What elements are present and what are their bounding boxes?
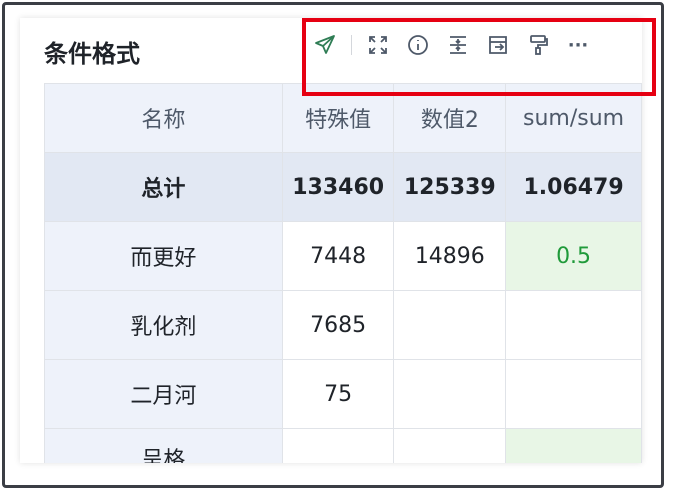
table-header-row: 名称 特殊值 数值2 sum/sum — [44, 83, 642, 153]
row-name: 而更好 — [44, 221, 283, 291]
total-sum-ratio: 1.06479 — [505, 152, 642, 222]
toolbar-separator — [351, 35, 352, 55]
pivot-table: 名称 特殊值 数值2 sum/sum 总计 133460 125339 1.06… — [44, 83, 642, 463]
header-special-value[interactable]: 特殊值 — [281, 83, 395, 153]
total-special-value: 133460 — [281, 152, 395, 222]
header-value2[interactable]: 数值2 — [393, 83, 507, 153]
table-row: 而更好 7448 14896 0.5 — [44, 221, 642, 291]
paint-roller-icon[interactable] — [518, 25, 558, 65]
row-name: 乳化剂 — [44, 290, 283, 360]
total-label: 总计 — [44, 152, 283, 222]
cell-special-value — [281, 428, 395, 463]
cell-sum-ratio — [505, 290, 642, 360]
total-row: 总计 133460 125339 1.06479 — [44, 152, 642, 222]
cell-sum-ratio: 0.5 — [505, 221, 642, 291]
cell-value2 — [393, 290, 507, 360]
row-name: 呈格 — [44, 428, 283, 463]
cell-special-value: 75 — [281, 359, 395, 429]
card-title: 条件格式 — [44, 40, 140, 68]
table-row: 乳化剂 7685 — [44, 290, 642, 360]
cell-sum-ratio — [505, 428, 642, 463]
fullscreen-icon[interactable] — [358, 25, 398, 65]
compress-icon[interactable] — [438, 25, 478, 65]
export-icon[interactable] — [478, 25, 518, 65]
cell-special-value: 7685 — [281, 290, 395, 360]
table-row: 二月河 75 — [44, 359, 642, 429]
cell-value2 — [393, 359, 507, 429]
cell-value2 — [393, 428, 507, 463]
info-icon[interactable] — [398, 25, 438, 65]
cell-special-value: 7448 — [281, 221, 395, 291]
header-name[interactable]: 名称 — [44, 83, 283, 153]
send-icon[interactable] — [305, 25, 345, 65]
table-row: 呈格 — [44, 428, 642, 463]
chart-card: 条件格式 ··· 名称 特殊值 数值2 sum/sum 总计 133460 12… — [20, 18, 642, 463]
cell-sum-ratio — [505, 359, 642, 429]
header-sum-ratio[interactable]: sum/sum — [505, 83, 642, 153]
total-value2: 125339 — [393, 152, 507, 222]
card-toolbar: ··· — [305, 20, 642, 70]
more-glyph: ··· — [567, 34, 589, 56]
row-name: 二月河 — [44, 359, 283, 429]
cell-value2: 14896 — [393, 221, 507, 291]
more-icon[interactable]: ··· — [558, 25, 598, 65]
